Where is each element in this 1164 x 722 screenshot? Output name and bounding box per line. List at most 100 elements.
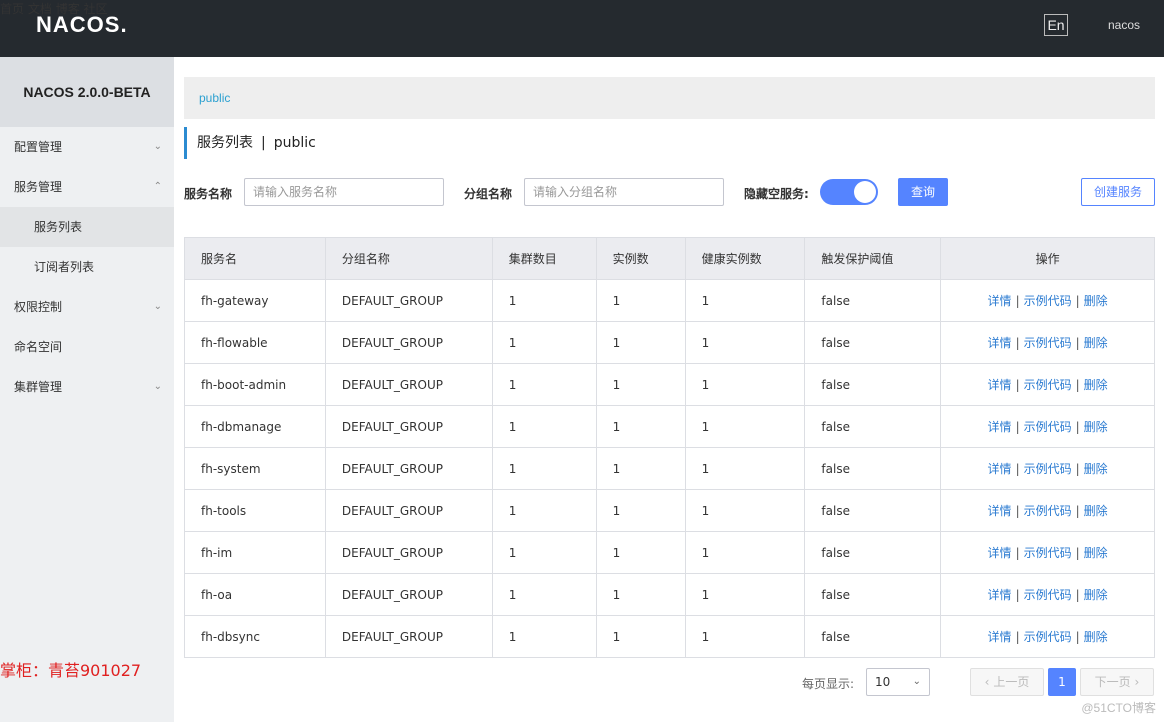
- table-row: fh-system DEFAULT_GROUP 1 1 1 false 详情 | 示例代码 | 删除: [184, 447, 1155, 490]
- delete-link[interactable]: 删除: [1084, 630, 1108, 644]
- table-cell: false: [804, 573, 942, 616]
- nav-home[interactable]: 首页: [0, 2, 24, 16]
- table-cell: DEFAULT_GROUP: [324, 573, 493, 616]
- action-separator: |: [1075, 336, 1080, 350]
- detail-link[interactable]: 详情: [988, 462, 1012, 476]
- delete-link[interactable]: 删除: [1084, 588, 1108, 602]
- delete-link[interactable]: 删除: [1084, 462, 1108, 476]
- page-title: 服务列表 | public: [184, 127, 316, 159]
- group-name-input[interactable]: 请输入分组名称: [524, 178, 724, 206]
- detail-link[interactable]: 详情: [988, 630, 1012, 644]
- table-cell: 1: [491, 615, 597, 658]
- actions-cell: 详情 | 示例代码 | 删除: [940, 321, 1155, 364]
- chevron-down-icon: ⌄: [912, 676, 921, 687]
- sidebar-item-label: 命名空间: [14, 340, 63, 354]
- action-separator: |: [1015, 420, 1020, 434]
- corner-watermark: @51CTO博客: [1081, 701, 1156, 715]
- title-separator: |: [261, 135, 266, 151]
- sample-code-link[interactable]: 示例代码: [1024, 588, 1072, 602]
- detail-link[interactable]: 详情: [988, 504, 1012, 518]
- sidebar-item-service-management[interactable]: 服务管理 ⌃: [0, 167, 174, 207]
- table-cell: DEFAULT_GROUP: [324, 363, 493, 406]
- nacos-logo[interactable]: NACOS.: [36, 12, 128, 38]
- delete-link[interactable]: 删除: [1084, 378, 1108, 392]
- table-cell: false: [804, 363, 942, 406]
- table-cell: 1: [595, 405, 686, 448]
- chevron-right-icon: ›: [1134, 675, 1140, 689]
- table-row: fh-dbmanage DEFAULT_GROUP 1 1 1 false 详情 | 示例代码 |…: [184, 405, 1155, 448]
- pagination: 每页显示: 10 ⌄ ‹ 上一页 1 下一页 ›: [174, 667, 1164, 697]
- column-header: 触发保护阈值: [804, 237, 942, 280]
- actions-cell: 详情 | 示例代码 | 删除: [940, 405, 1155, 448]
- delete-link[interactable]: 删除: [1084, 336, 1108, 350]
- sample-code-link[interactable]: 示例代码: [1024, 336, 1072, 350]
- detail-link[interactable]: 详情: [988, 294, 1012, 308]
- table-row: fh-dbsync DEFAULT_GROUP 1 1 1 false 详情 | 示例代码 | 删除: [184, 615, 1155, 658]
- table-cell: 1: [491, 363, 597, 406]
- sample-code-link[interactable]: 示例代码: [1024, 630, 1072, 644]
- actions-cell: 详情 | 示例代码 | 删除: [940, 489, 1155, 532]
- action-separator: |: [1075, 546, 1080, 560]
- sidebar-item-namespace[interactable]: 命名空间: [0, 327, 174, 367]
- sidebar-item-service-list[interactable]: 服务列表: [0, 207, 174, 247]
- table-cell: 1: [491, 447, 597, 490]
- sidebar-item-config-management[interactable]: 配置管理 ⌄: [0, 127, 174, 167]
- chevron-left-icon: ‹: [984, 675, 990, 689]
- sidebar-item-label: 配置管理: [14, 140, 63, 154]
- hide-empty-toggle[interactable]: [820, 179, 878, 205]
- toggle-knob: [854, 181, 876, 203]
- table-cell: 1: [684, 531, 806, 574]
- create-service-button[interactable]: 创建服务: [1081, 178, 1155, 206]
- delete-link[interactable]: 删除: [1084, 420, 1108, 434]
- query-button[interactable]: 查询: [898, 178, 948, 206]
- table-cell: 1: [684, 405, 806, 448]
- delete-link[interactable]: 删除: [1084, 504, 1108, 518]
- sample-code-link[interactable]: 示例代码: [1024, 294, 1072, 308]
- column-header: 操作: [940, 237, 1155, 280]
- table-cell: DEFAULT_GROUP: [324, 447, 493, 490]
- sidebar-item-access-control[interactable]: 权限控制 ⌄: [0, 287, 174, 327]
- table-cell: 1: [684, 615, 806, 658]
- delete-link[interactable]: 删除: [1084, 546, 1108, 560]
- hide-empty-label: 隐藏空服务:: [744, 187, 809, 201]
- sample-code-link[interactable]: 示例代码: [1024, 546, 1072, 560]
- prev-page-button[interactable]: ‹ 上一页: [970, 668, 1044, 696]
- namespace-link[interactable]: public: [199, 91, 230, 105]
- language-switch-button[interactable]: En: [1044, 14, 1068, 36]
- sidebar-item-cluster-management[interactable]: 集群管理 ⌄: [0, 367, 174, 407]
- detail-link[interactable]: 详情: [988, 420, 1012, 434]
- delete-link[interactable]: 删除: [1084, 294, 1108, 308]
- table-cell: false: [804, 321, 942, 364]
- sidebar: NACOS 2.0.0-BETA 配置管理 ⌄ 服务管理 ⌃ 服务列表 订阅者列…: [0, 57, 174, 722]
- sample-code-link[interactable]: 示例代码: [1024, 378, 1072, 392]
- page-size-select[interactable]: 10 ⌄: [866, 668, 930, 696]
- column-header: 服务名: [184, 237, 326, 280]
- table-cell: fh-flowable: [184, 321, 326, 364]
- action-separator: |: [1075, 630, 1080, 644]
- sidebar-item-subscriber-list[interactable]: 订阅者列表: [0, 247, 174, 287]
- sample-code-link[interactable]: 示例代码: [1024, 504, 1072, 518]
- detail-link[interactable]: 详情: [988, 336, 1012, 350]
- detail-link[interactable]: 详情: [988, 546, 1012, 560]
- next-page-button[interactable]: 下一页 ›: [1080, 668, 1154, 696]
- action-separator: |: [1075, 378, 1080, 392]
- service-name-input[interactable]: 请输入服务名称: [244, 178, 444, 206]
- sidebar-item-label: 服务列表: [34, 220, 83, 234]
- table-row: fh-oa DEFAULT_GROUP 1 1 1 false 详情 | 示例代码 | 删除: [184, 573, 1155, 616]
- table-cell: false: [804, 531, 942, 574]
- user-menu[interactable]: nacos: [1108, 18, 1140, 32]
- table-cell: DEFAULT_GROUP: [324, 279, 493, 322]
- sample-code-link[interactable]: 示例代码: [1024, 462, 1072, 476]
- table-cell: DEFAULT_GROUP: [324, 405, 493, 448]
- table-cell: false: [804, 279, 942, 322]
- table-row: fh-gateway DEFAULT_GROUP 1 1 1 false 详情 | 示例代码 | 删…: [184, 279, 1155, 322]
- page-number-current[interactable]: 1: [1048, 668, 1076, 696]
- table-row: fh-im DEFAULT_GROUP 1 1 1 false 详情 | 示例代码 | 删除: [184, 531, 1155, 574]
- table-cell: fh-dbmanage: [184, 405, 326, 448]
- table-cell: 1: [595, 615, 686, 658]
- detail-link[interactable]: 详情: [988, 588, 1012, 602]
- table-cell: 1: [684, 447, 806, 490]
- detail-link[interactable]: 详情: [988, 378, 1012, 392]
- sample-code-link[interactable]: 示例代码: [1024, 420, 1072, 434]
- next-page-label: 下一页: [1094, 675, 1131, 689]
